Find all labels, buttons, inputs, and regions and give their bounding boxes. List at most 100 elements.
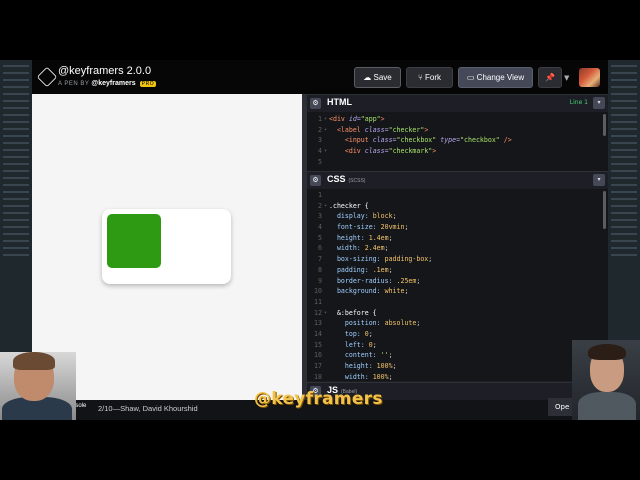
code-line[interactable]: 15 left: 0;: [307, 340, 608, 351]
chevron-down-icon[interactable]: ▼: [564, 74, 569, 82]
pen-author-link[interactable]: @keyframers: [91, 80, 135, 87]
line-number: 16: [314, 351, 322, 360]
code-text: width: 2.4em;: [336, 244, 389, 253]
code-line[interactable]: 4 ▾ <div class="checkmark">: [307, 146, 608, 157]
code-text: <label class="checker">: [336, 125, 429, 134]
fork-label: Fork: [425, 73, 442, 82]
codepen-header: @keyframers 2.0.0 A PEN BY @keyframers P…: [32, 60, 608, 95]
cloud-icon: ☁: [363, 73, 372, 82]
code-line[interactable]: 12 ▾ &:before {: [307, 308, 608, 319]
line-number: 9: [318, 276, 322, 285]
css-scrollbar[interactable]: [603, 191, 606, 229]
breadcrumb: 2/10—Shaw, David Khourshid: [98, 404, 198, 413]
code-text: font-size: 20vmin;: [336, 223, 409, 232]
html-editor[interactable]: 1 ▾ <div id="app"> 2 ▾ <label class="checker…: [307, 112, 608, 171]
code-line[interactable]: 3 <input class="checkbox" type="checkbox…: [307, 135, 608, 146]
code-text: left: 0;: [344, 340, 377, 349]
code-line[interactable]: 13 position: absolute;: [307, 318, 608, 329]
line-number: 13: [314, 319, 322, 328]
line-number: 10: [314, 287, 322, 296]
css-preprocessor: (SCSS): [348, 178, 366, 184]
fork-icon: ⑂: [417, 73, 423, 82]
webcam-right: [572, 340, 640, 420]
code-line[interactable]: 10 background: white;: [307, 286, 608, 297]
fold-arrow-icon: [324, 190, 329, 201]
line-number: 11: [314, 297, 322, 306]
fork-button[interactable]: ⑂ Fork: [406, 67, 453, 88]
code-line[interactable]: 6 width: 2.4em;: [307, 243, 608, 254]
chevron-down-icon[interactable]: ▾: [593, 174, 605, 186]
html-scrollbar[interactable]: [603, 114, 606, 136]
line-number: 6: [318, 244, 322, 253]
line-number: 2: [318, 201, 322, 210]
code-line[interactable]: 9 border-radius: .25em;: [307, 276, 608, 287]
user-avatar[interactable]: [579, 68, 600, 87]
pen-title[interactable]: @keyframers 2.0.0: [58, 65, 151, 77]
line-number: 3: [318, 212, 322, 221]
code-text: <div id="app">: [329, 115, 385, 123]
line-indicator: Line 1: [569, 99, 588, 106]
line-number: 15: [314, 340, 322, 349]
code-text: border-radius: .25em;: [336, 276, 421, 285]
line-number: 8: [318, 265, 322, 274]
html-pane-header: ⚙ HTML Line 1 ▾: [307, 94, 608, 112]
pro-badge: PRO: [139, 81, 157, 87]
stream-frame: @keyframers 2.0.0 A PEN BY @keyframers P…: [0, 60, 640, 420]
code-text: .checker {: [329, 201, 369, 210]
code-line[interactable]: 2 ▾ .checker {: [307, 201, 608, 212]
line-number: 2: [318, 125, 322, 134]
code-line[interactable]: 5 height: 1.4em;: [307, 233, 608, 244]
change-view-label: Change View: [476, 73, 525, 82]
code-line[interactable]: 11: [307, 297, 608, 308]
code-text: padding: .1em;: [336, 265, 393, 274]
code-line[interactable]: 3 display: block;: [307, 211, 608, 222]
code-text: width: 100%;: [344, 372, 393, 381]
save-button[interactable]: ☁ Save: [354, 67, 401, 88]
line-number: 7: [318, 255, 322, 264]
code-text: box-sizing: padding-box;: [336, 255, 433, 264]
code-text: display: block;: [336, 212, 397, 221]
line-number: 1: [318, 191, 322, 199]
line-number: 18: [314, 372, 322, 381]
chevron-down-icon[interactable]: ▾: [593, 97, 605, 109]
code-line[interactable]: 7 box-sizing: padding-box;: [307, 254, 608, 265]
line-number: 14: [314, 329, 322, 338]
line-number: 4: [318, 147, 322, 156]
line-number: 1: [318, 115, 322, 123]
codepen-logo-icon[interactable]: [36, 66, 58, 88]
code-text: <input class="checkbox" type="checkbox" …: [344, 136, 512, 145]
code-text: &:before {: [336, 308, 377, 317]
code-line[interactable]: 14 top: 0;: [307, 329, 608, 340]
css-pane-header: ⚙ CSS (SCSS) ▾: [307, 171, 608, 189]
change-view-button[interactable]: ▭ Change View: [458, 67, 533, 88]
pin-button[interactable]: 📌: [538, 67, 562, 88]
editor-panels: ⚙ HTML Line 1 ▾ 1 ▾ <div id="app"> 2 ▾ <labe…: [307, 94, 608, 400]
code-line[interactable]: 16 content: '';: [307, 350, 608, 361]
gear-icon[interactable]: ⚙: [310, 175, 321, 186]
line-number: 3: [318, 136, 322, 145]
code-line[interactable]: 1: [307, 190, 608, 201]
line-number: 5: [318, 157, 322, 166]
checker-knob: [107, 214, 161, 268]
pin-icon: 📌: [545, 73, 555, 82]
fold-arrow-icon: [324, 297, 329, 308]
code-text: background: white;: [336, 287, 409, 296]
checker-toggle[interactable]: [102, 209, 231, 284]
code-text: height: 1.4em;: [336, 233, 393, 242]
code-line[interactable]: 1 ▾ <div id="app">: [307, 114, 608, 125]
code-line[interactable]: 17 height: 100%;: [307, 361, 608, 372]
save-label: Save: [373, 73, 392, 82]
byline-prefix: A PEN BY: [58, 81, 90, 87]
code-line[interactable]: 2 ▾ <label class="checker">: [307, 125, 608, 136]
code-line[interactable]: 4 font-size: 20vmin;: [307, 222, 608, 233]
code-line[interactable]: 8 padding: .1em;: [307, 265, 608, 276]
line-number: 5: [318, 233, 322, 242]
code-text: height: 100%;: [344, 362, 397, 370]
gear-icon[interactable]: ⚙: [310, 98, 321, 109]
fold-arrow-icon: [324, 157, 329, 168]
code-line[interactable]: 5: [307, 157, 608, 168]
code-line[interactable]: 18 width: 100%;: [307, 372, 608, 381]
webcam-left: [0, 352, 76, 420]
css-editor[interactable]: 1 2 ▾ .checker {3 display: block; 4 font-siz…: [307, 189, 608, 381]
line-number: 12: [314, 308, 322, 317]
